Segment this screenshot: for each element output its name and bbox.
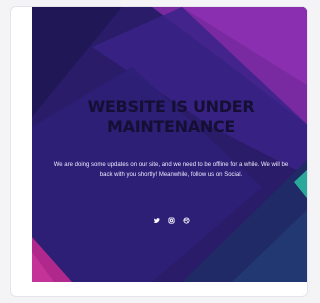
social-links bbox=[32, 217, 307, 224]
preview-card: WEBSITE IS UNDER MAINTENANCE We are doin… bbox=[10, 6, 308, 297]
twitter-icon[interactable] bbox=[152, 217, 160, 224]
dribbble-icon[interactable] bbox=[182, 217, 190, 224]
maintenance-content: WEBSITE IS UNDER MAINTENANCE We are doin… bbox=[32, 7, 307, 282]
page-title: WEBSITE IS UNDER MAINTENANCE bbox=[87, 97, 255, 136]
maintenance-message: We are doing some updates on our site, a… bbox=[53, 162, 289, 178]
maintenance-hero: WEBSITE IS UNDER MAINTENANCE We are doin… bbox=[32, 7, 307, 282]
instagram-icon[interactable] bbox=[167, 217, 175, 224]
